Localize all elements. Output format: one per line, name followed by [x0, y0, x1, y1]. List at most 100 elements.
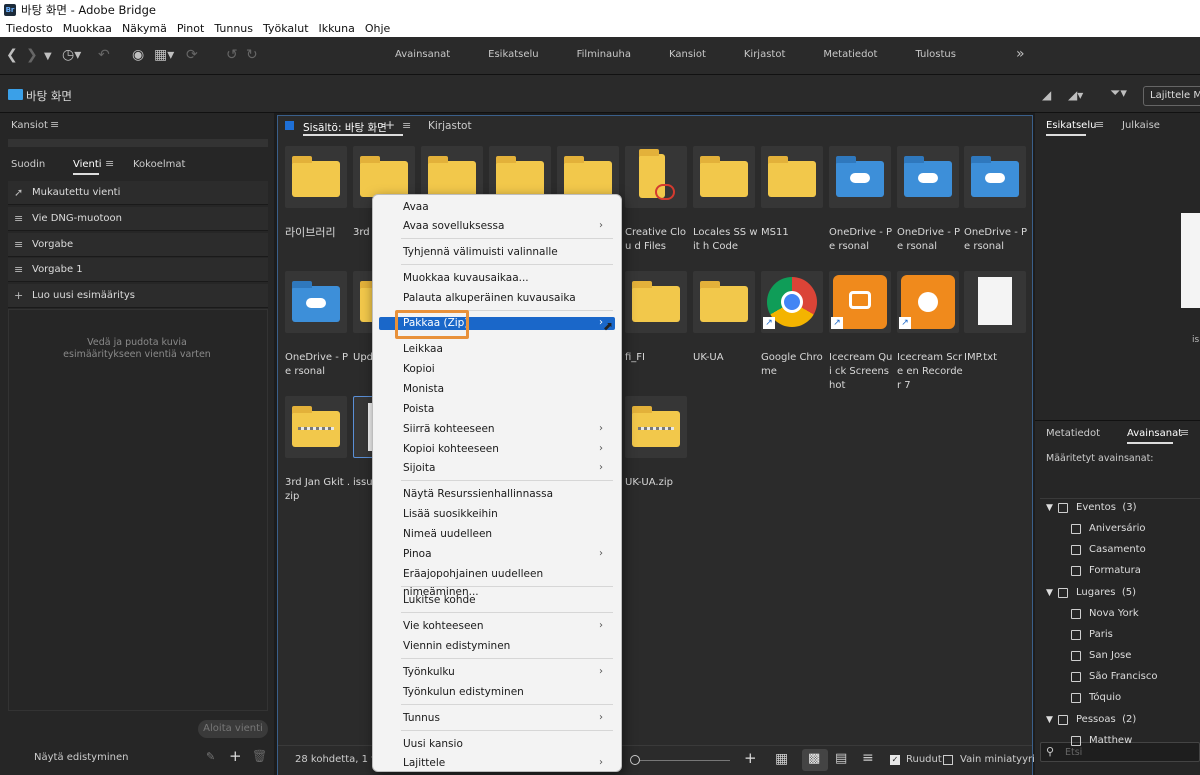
menu-item-new-folder[interactable]: Uusi kansio	[403, 735, 613, 753]
workspace-output[interactable]: Tulostus	[915, 49, 956, 60]
export-drop-zone[interactable]	[8, 309, 268, 711]
menu-help[interactable]: Ohje	[365, 22, 390, 35]
keyword-item[interactable]: Nova York	[1071, 608, 1139, 619]
menu-item-edit-capture-time[interactable]: Muokkaa kuvausaikaa...	[403, 269, 613, 287]
filter-icon[interactable]: ⏷▾	[1110, 86, 1127, 102]
menu-item-sort[interactable]: Lajittele ›	[403, 754, 613, 772]
refine-icon[interactable]: ▦▾	[154, 47, 174, 63]
keyword-item[interactable]: Aniversário	[1071, 523, 1145, 534]
tab-export[interactable]: Vienti	[73, 159, 102, 170]
keyword-item[interactable]: São Francisco	[1071, 671, 1157, 682]
sort-button[interactable]: Lajittele Ma	[1143, 86, 1200, 106]
onedrive-thumb[interactable]	[964, 146, 1026, 208]
add-tab-icon[interactable]: +	[385, 118, 395, 132]
keyword-checkbox[interactable]	[1058, 587, 1068, 598]
folder-thumb[interactable]	[693, 146, 755, 208]
keyword-item[interactable]: Paris	[1071, 629, 1113, 640]
menu-item-add-to-favorites[interactable]: Lisää suosikkeihin	[403, 505, 613, 523]
menu-item-batch-rename[interactable]: Eräajopohjainen uudelleen nimeäminen...	[403, 565, 613, 598]
chevron-down-icon[interactable]: ▼	[1046, 715, 1058, 725]
chevron-down-icon[interactable]: ▼	[44, 49, 52, 65]
rotate-right-icon[interactable]: ↻	[246, 47, 258, 63]
onedrive-thumb[interactable]	[897, 146, 959, 208]
keyword-checkbox[interactable]	[1058, 502, 1068, 513]
menu-item-workflow[interactable]: Työnkulku ›	[403, 663, 613, 681]
keyword-checkbox[interactable]	[1071, 692, 1081, 703]
keyword-group-pessoas[interactable]: ▼ Pessoas (2)	[1046, 714, 1136, 725]
details-view-icon[interactable]: ▤	[835, 751, 847, 766]
create-preset-item[interactable]: + Luo uusi esimääritys	[8, 284, 268, 308]
tab-filter[interactable]: Suodin	[11, 159, 45, 170]
zoom-in-icon[interactable]: +	[744, 749, 757, 767]
menu-item-rename[interactable]: Nimeä uudelleen	[403, 525, 613, 543]
camera-icon[interactable]: ◉	[132, 47, 144, 63]
tab-keywords[interactable]: Avainsanat	[1127, 428, 1182, 439]
workspace-libraries[interactable]: Kirjastot	[744, 49, 786, 60]
start-export-button[interactable]: Aloita vienti	[198, 720, 268, 738]
keyword-checkbox[interactable]	[1071, 650, 1081, 661]
breadcrumb[interactable]: 바탕 화면	[26, 88, 72, 104]
keywords-menu-icon[interactable]: ≡	[1180, 426, 1189, 439]
workspace-filmstrip[interactable]: Filminauha	[577, 49, 631, 60]
keyword-item[interactable]: Matthew	[1071, 735, 1132, 746]
menu-stacks[interactable]: Pinot	[177, 22, 204, 35]
rating-filter-icon[interactable]: ◢▾	[1068, 87, 1083, 103]
content-tab[interactable]: Sisältö: 바탕 화면	[303, 120, 387, 135]
keyword-item[interactable]: Formatura	[1071, 565, 1141, 576]
menu-edit[interactable]: Muokkaa	[63, 22, 112, 35]
tab-preview[interactable]: Esikatselu	[1046, 120, 1096, 131]
zip-thumb[interactable]	[285, 396, 347, 458]
thumbnails-only-checkbox[interactable]	[943, 755, 953, 765]
grid-checkbox[interactable]: ✓	[890, 755, 900, 765]
panel-menu-icon[interactable]: ≡	[50, 118, 59, 131]
zip-thumb[interactable]	[625, 396, 687, 458]
keyword-group-lugares[interactable]: ▼ Lugares (5)	[1046, 587, 1136, 598]
workspace-metadata[interactable]: Metatiedot	[823, 49, 877, 60]
open-recent-icon[interactable]: ⟳	[186, 47, 198, 63]
tab-publish[interactable]: Julkaise	[1122, 120, 1160, 131]
rotate-left-icon[interactable]: ↺	[226, 47, 238, 63]
recent-icon[interactable]: ◷▾	[62, 47, 81, 63]
preview-menu-icon[interactable]: ≡	[1095, 118, 1104, 131]
keyword-item[interactable]: San Jose	[1071, 650, 1131, 661]
export-item-vorgabe-1[interactable]: ≡ Vorgabe 1	[8, 258, 268, 282]
menu-item-open[interactable]: Avaa	[403, 198, 613, 216]
menu-item-revert-capture-time[interactable]: Palauta alkuperäinen kuvausaika	[403, 289, 613, 307]
content-menu-icon[interactable]: ≡	[402, 119, 411, 132]
edit-icon[interactable]: ✎	[206, 750, 215, 763]
add-icon[interactable]: +	[229, 747, 242, 765]
folders-tree[interactable]	[8, 139, 268, 147]
chevron-down-icon[interactable]: ▼	[1046, 588, 1058, 598]
menu-item-place[interactable]: Sijoita ›	[403, 459, 613, 477]
icecream-thumb[interactable]: ↗	[897, 271, 959, 333]
workspace-keywords[interactable]: Avainsanat	[395, 49, 450, 60]
cc-folder-thumb[interactable]	[625, 146, 687, 208]
thumbnail-slider-handle[interactable]	[630, 755, 640, 765]
menu-item-duplicate[interactable]: Monista	[403, 380, 613, 398]
chrome-thumb[interactable]: ↗	[761, 271, 823, 333]
keyword-checkbox[interactable]	[1071, 544, 1081, 555]
export-item-custom[interactable]: ➚ Mukautettu vienti	[8, 181, 268, 205]
onedrive-thumb[interactable]	[829, 146, 891, 208]
menu-item-purge-cache[interactable]: Tyhjennä välimuisti valinnalle	[403, 243, 613, 261]
menu-item-move-to[interactable]: Siirrä kohteeseen ›	[403, 420, 613, 438]
menu-view[interactable]: Näkymä	[122, 22, 167, 35]
tab-collections[interactable]: Kokoelmat	[133, 159, 185, 170]
folders-tab[interactable]: Kansiot	[11, 120, 48, 131]
keyword-checkbox[interactable]	[1071, 671, 1081, 682]
menu-window[interactable]: Ikkuna	[319, 22, 355, 35]
workspace-preview[interactable]: Esikatselu	[488, 49, 538, 60]
keyword-item[interactable]: Tóquio	[1071, 692, 1121, 703]
menu-item-cut[interactable]: Leikkaa	[403, 340, 613, 358]
folder-thumb[interactable]	[693, 271, 755, 333]
menu-item-export-to[interactable]: Vie kohteeseen ›	[403, 617, 613, 635]
trash-icon[interactable]: 🗑	[252, 749, 267, 763]
keyword-checkbox[interactable]	[1071, 629, 1081, 640]
more-workspaces-icon[interactable]: »	[1016, 46, 1025, 62]
chevron-down-icon[interactable]: ▼	[1046, 503, 1058, 513]
list-view-icon[interactable]: ≡	[862, 750, 874, 766]
menu-item-stack[interactable]: Pinoa ›	[403, 545, 613, 563]
menu-item-lock-item[interactable]: Lukitse kohde	[403, 591, 613, 609]
menu-item-open-with[interactable]: Avaa sovelluksessa ›	[403, 217, 613, 235]
keyword-group-eventos[interactable]: ▼ Eventos (3)	[1046, 502, 1137, 513]
